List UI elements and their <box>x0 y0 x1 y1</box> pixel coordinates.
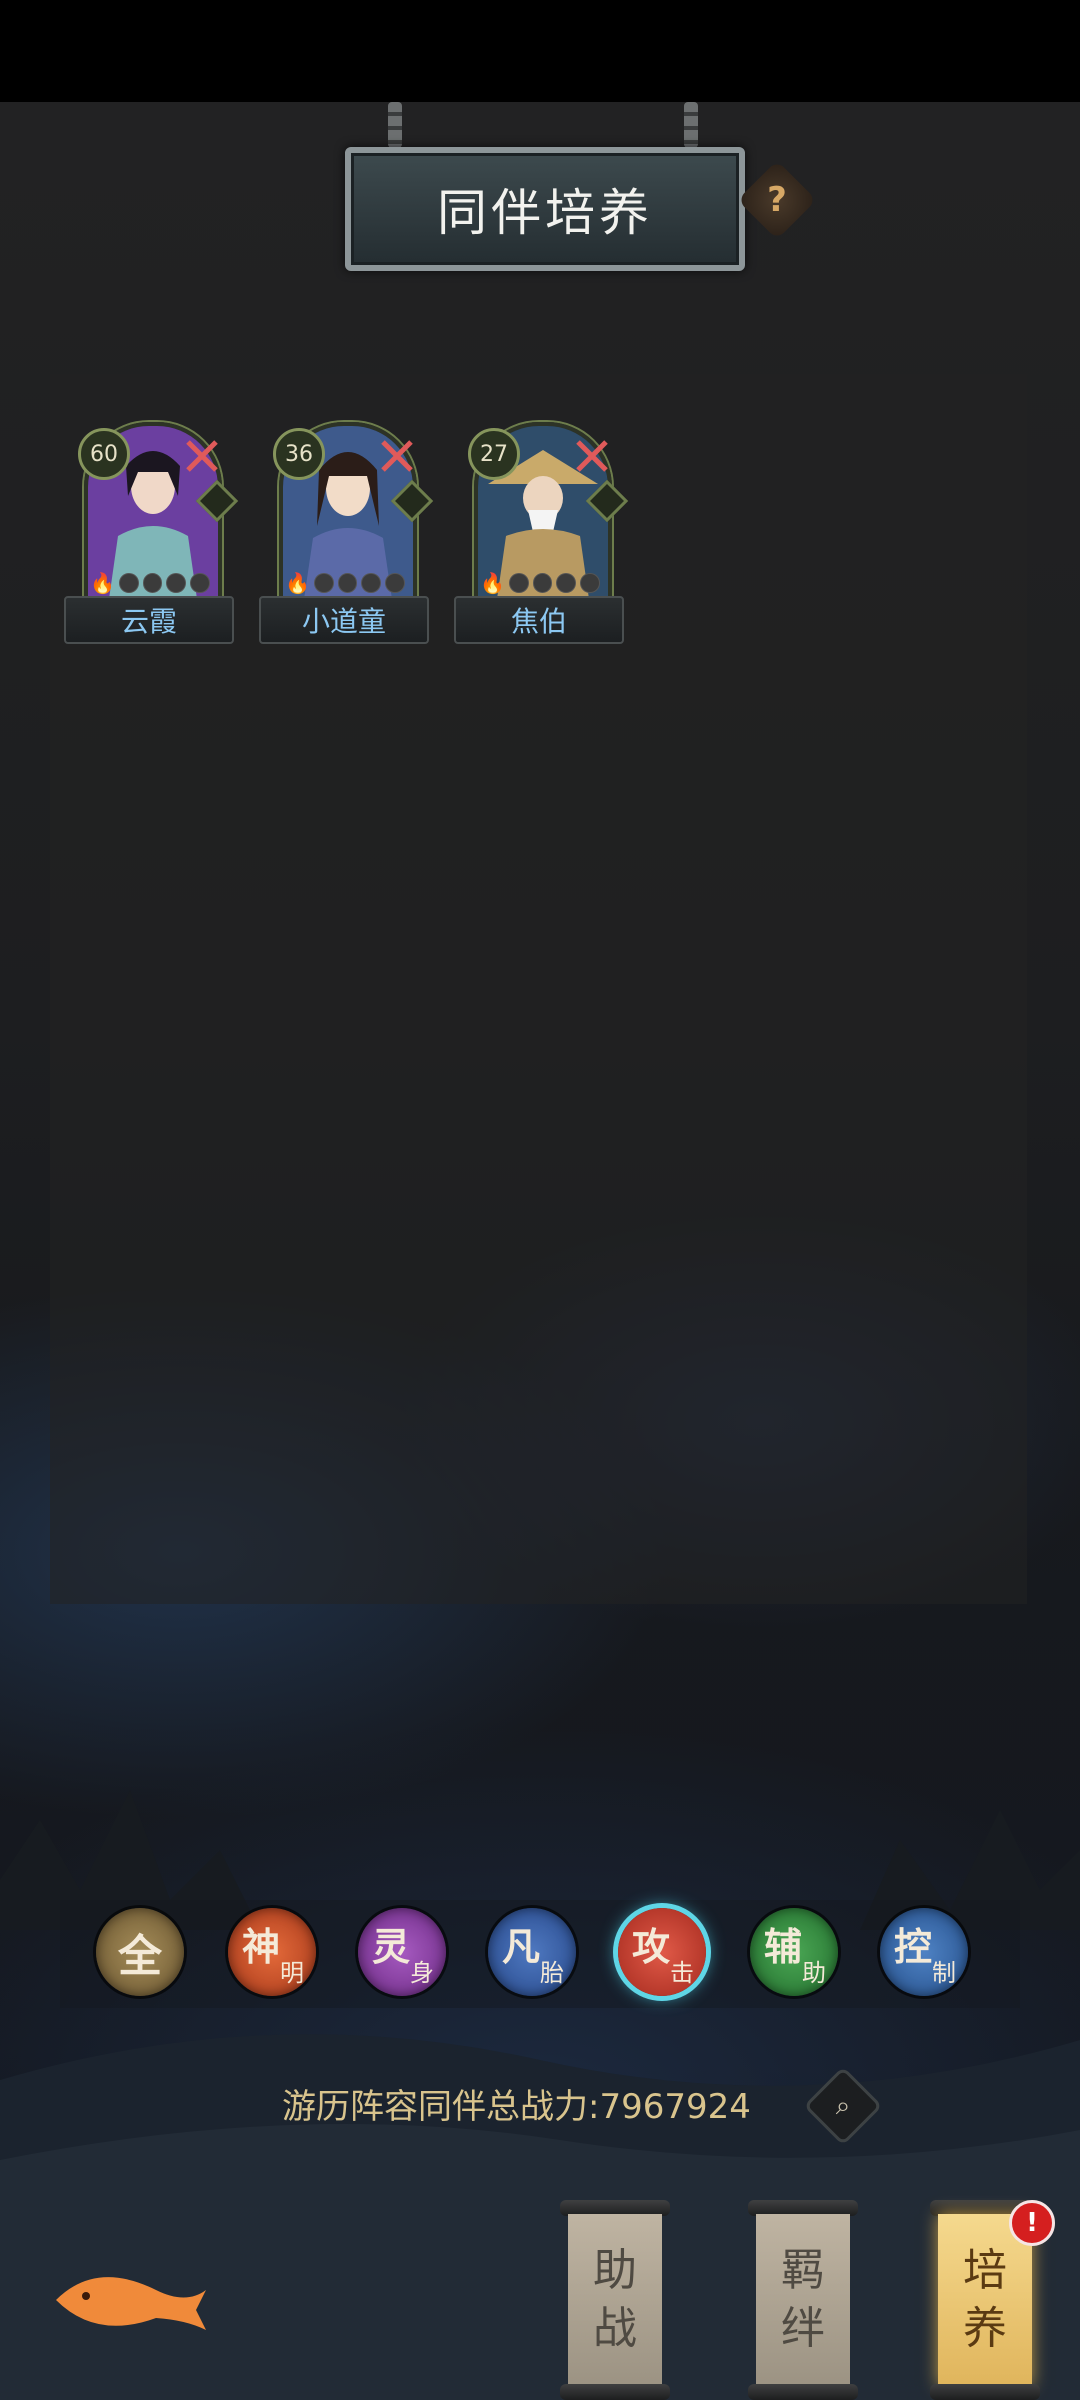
filter-deity-button[interactable]: 神 明 <box>228 1908 316 1996</box>
scroll-rod <box>560 2384 670 2400</box>
companion-card-1[interactable]: 36 🔥 小道童 <box>259 412 434 644</box>
flame-icon: 🔥 <box>285 571 310 595</box>
filter-label: 控 <box>894 1924 933 1969</box>
total-power-label: 游历阵容同伴总战力:7967924 <box>282 2086 751 2127</box>
filter-label: 神 <box>242 1924 281 1969</box>
star-slot-icon <box>361 573 382 593</box>
flame-icon: 🔥 <box>480 571 505 595</box>
help-button[interactable]: ? <box>737 160 817 240</box>
filter-label: 凡 <box>502 1924 541 1969</box>
chain-left <box>388 102 402 148</box>
filter-label: 灵 <box>372 1924 411 1969</box>
chain-right <box>684 102 698 148</box>
alert-badge-icon: ! <box>1009 2200 1055 2246</box>
tab-paper: 助 战 <box>568 2214 662 2386</box>
star-slot-icon <box>313 573 334 593</box>
star-slot-icon <box>580 573 600 593</box>
filter-sublabel: 明 <box>280 1959 304 1987</box>
filter-label: 全 <box>118 1931 162 1982</box>
tab-label-2: 绊 <box>781 2303 825 2354</box>
tab-paper: 羁 绊 <box>756 2214 850 2386</box>
scroll-rod <box>930 2384 1040 2400</box>
status-bar <box>0 0 1080 102</box>
star-slot-icon <box>142 573 163 593</box>
tab-label-1: 培 <box>963 2245 1007 2296</box>
filter-sublabel: 击 <box>670 1959 694 1987</box>
koi-fish-icon[interactable] <box>46 2250 216 2350</box>
crossed-swords-icon <box>186 440 218 472</box>
filter-attack-button[interactable]: 攻 击 <box>618 1908 706 1996</box>
companion-name: 焦伯 <box>454 596 624 644</box>
question-mark-icon: ? <box>767 180 787 220</box>
filter-all-button[interactable]: 全 <box>96 1908 184 1996</box>
star-slot-icon <box>385 573 405 593</box>
filter-label: 攻 <box>632 1924 671 1969</box>
flame-icon: 🔥 <box>90 571 115 595</box>
filter-spirit-button[interactable]: 灵 身 <box>358 1908 446 1996</box>
star-slot-icon <box>532 573 553 593</box>
tab-assist[interactable]: 助 战 <box>560 2200 670 2400</box>
companion-card-2[interactable]: 27 🔥 焦伯 <box>454 412 629 644</box>
filter-control-button[interactable]: 控 制 <box>880 1908 968 1996</box>
star-row: 🔥 <box>285 572 405 594</box>
screen: 同伴培养 ? 60 🔥 云霞 36 🔥 小道童 27 🔥 焦伯 全 神 明 灵 … <box>0 0 1080 2400</box>
filter-support-button[interactable]: 辅 助 <box>750 1908 838 1996</box>
star-row: 🔥 <box>480 572 600 594</box>
level-badge: 60 <box>78 428 130 480</box>
level-badge: 36 <box>273 428 325 480</box>
crossed-swords-icon <box>381 440 413 472</box>
filter-label: 辅 <box>764 1924 803 1969</box>
tab-label-2: 战 <box>593 2303 637 2354</box>
star-slot-icon <box>190 573 210 593</box>
title-plaque: 同伴培养 <box>345 147 745 271</box>
tab-label-1: 助 <box>593 2245 637 2296</box>
crossed-swords-icon <box>576 440 608 472</box>
companion-name: 小道童 <box>259 596 429 644</box>
level-badge: 27 <box>468 428 520 480</box>
companion-name: 云霞 <box>64 596 234 644</box>
filter-sublabel: 胎 <box>540 1959 564 1987</box>
filter-sublabel: 助 <box>802 1959 826 1987</box>
star-slot-icon <box>508 573 529 593</box>
scroll-rod <box>748 2384 858 2400</box>
star-row: 🔥 <box>90 572 210 594</box>
star-slot-icon <box>337 573 358 593</box>
star-slot-icon <box>166 573 187 593</box>
filter-sublabel: 身 <box>410 1959 434 1987</box>
filter-sublabel: 制 <box>932 1959 956 1987</box>
tab-label-2: 养 <box>963 2303 1007 2354</box>
page-title: 同伴培养 <box>437 184 653 242</box>
tab-bond[interactable]: 羁 绊 <box>748 2200 858 2400</box>
star-slot-icon <box>118 573 139 593</box>
companion-card-0[interactable]: 60 🔥 云霞 <box>64 412 239 644</box>
tab-label-1: 羁 <box>781 2245 825 2296</box>
magnifier-icon: ⌕ <box>835 2090 851 2121</box>
star-slot-icon <box>556 573 577 593</box>
filter-mortal-button[interactable]: 凡 胎 <box>488 1908 576 1996</box>
